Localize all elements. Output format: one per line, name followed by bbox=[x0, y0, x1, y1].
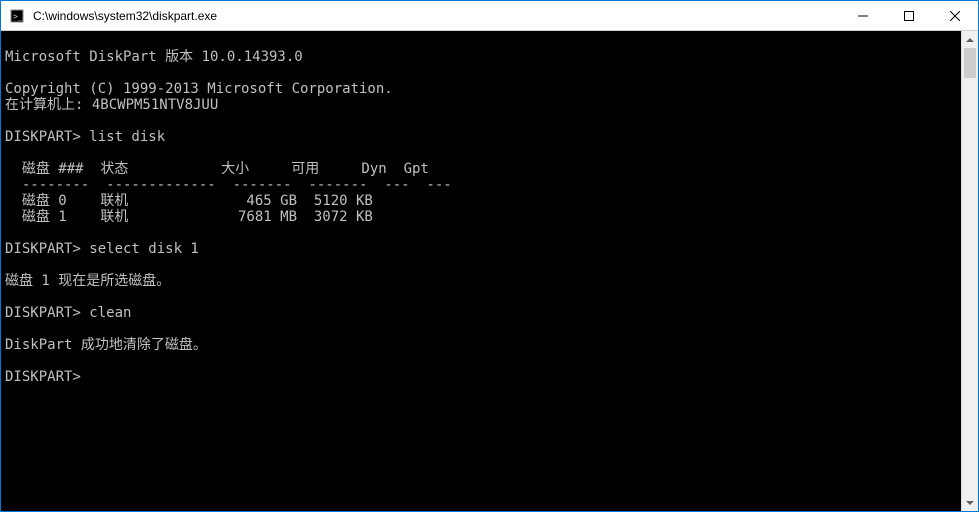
svg-text:>_: >_ bbox=[13, 12, 23, 21]
terminal-output[interactable]: Microsoft DiskPart 版本 10.0.14393.0 Copyr… bbox=[1, 31, 961, 511]
console-area: Microsoft DiskPart 版本 10.0.14393.0 Copyr… bbox=[1, 31, 978, 511]
window-controls bbox=[840, 1, 978, 30]
scrollbar-thumb[interactable] bbox=[964, 48, 976, 78]
titlebar: >_ C:\windows\system32\diskpart.exe bbox=[1, 1, 978, 31]
app-icon: >_ bbox=[9, 8, 25, 24]
minimize-button[interactable] bbox=[840, 1, 886, 30]
close-button[interactable] bbox=[932, 1, 978, 30]
maximize-button[interactable] bbox=[886, 1, 932, 30]
window-title: C:\windows\system32\diskpart.exe bbox=[31, 1, 840, 31]
scroll-up-button[interactable] bbox=[962, 31, 978, 48]
scroll-down-button[interactable] bbox=[962, 494, 978, 511]
vertical-scrollbar[interactable] bbox=[961, 31, 978, 511]
